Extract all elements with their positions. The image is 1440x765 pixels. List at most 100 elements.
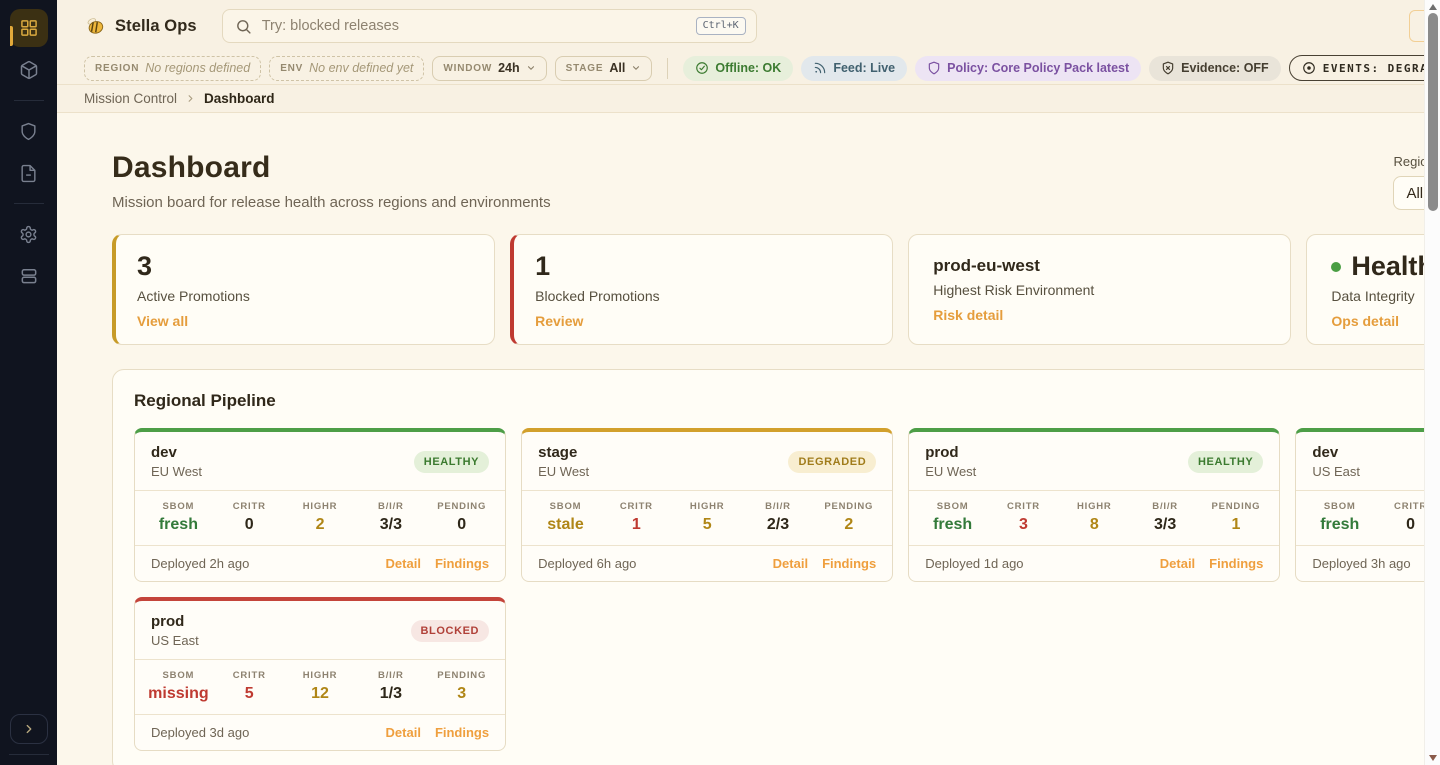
- stat-label: HIGHR: [285, 501, 356, 512]
- sbom-value: fresh: [1304, 516, 1375, 534]
- bir-value: 3/3: [355, 516, 426, 534]
- stat-label: HIGHR: [1059, 501, 1130, 512]
- app-title: Stella Ops: [115, 17, 197, 36]
- stat-label: SBOM: [530, 501, 601, 512]
- pending-value: 2: [813, 516, 884, 534]
- divider: [667, 58, 668, 79]
- sidebar-item-dashboard[interactable]: [10, 9, 48, 47]
- findings-link[interactable]: Findings: [1209, 556, 1263, 571]
- page-title: Dashboard: [112, 151, 551, 185]
- events-status-badge[interactable]: EVENTS: DEGRADED: [1289, 55, 1440, 81]
- env-name: dev: [151, 444, 202, 461]
- window-chip-value: 24h: [498, 61, 520, 75]
- env-stats: SBOMstale CRITR1 HIGHR5 B/I/R2/3 PENDING…: [522, 490, 892, 546]
- page-header: Dashboard Mission board for release heal…: [112, 151, 1440, 211]
- stage-chip-label: STAGE: [566, 63, 604, 74]
- status-badge: HEALTHY: [414, 451, 489, 473]
- deployed-text: Deployed 3h ago: [1312, 556, 1410, 571]
- feed-status-text: Feed: Live: [833, 61, 895, 75]
- policy-status-pill[interactable]: Policy: Core Policy Pack latest: [915, 56, 1141, 81]
- feed-status-pill[interactable]: Feed: Live: [801, 56, 907, 81]
- app-logo[interactable]: Stella Ops: [84, 15, 197, 37]
- sidebar-divider: [14, 203, 44, 204]
- sidebar-item-infrastructure[interactable]: [10, 257, 48, 295]
- sidebar-bottom: [0, 714, 57, 765]
- env-name: prod: [925, 444, 976, 461]
- env-stats: SBOMmissing CRITR5 HIGHR12 B/I/R1/3 PEND…: [135, 659, 505, 715]
- scrollbar-thumb[interactable]: [1428, 13, 1438, 211]
- offline-status-pill[interactable]: Offline: OK: [683, 56, 793, 81]
- env-card-header: dev EU West HEALTHY: [135, 432, 505, 490]
- env-name: dev: [1312, 444, 1360, 461]
- offline-status-text: Offline: OK: [715, 61, 781, 75]
- stat-label: CRITR: [988, 501, 1059, 512]
- search-icon: [235, 18, 252, 35]
- env-region: EU West: [151, 464, 202, 479]
- detail-link[interactable]: Detail: [1160, 556, 1195, 571]
- sidebar-item-security[interactable]: [10, 112, 48, 150]
- evidence-status-pill[interactable]: Evidence: OFF: [1149, 56, 1281, 81]
- shield-icon: [19, 122, 38, 141]
- summary-cards: 3 Active Promotions View all 1 Blocked P…: [112, 234, 1440, 345]
- env-card-prod-eu-west: prod EU West HEALTHY SBOMfresh CRITR3 HI…: [908, 428, 1280, 582]
- sbom-value: fresh: [917, 516, 988, 534]
- stage-context-chip[interactable]: STAGE All: [555, 56, 653, 81]
- chevron-right-icon: [22, 722, 36, 736]
- page-title-block: Dashboard Mission board for release heal…: [112, 151, 551, 211]
- env-card-dev-us-east: dev US East HEALTHY SBOMfresh CRITR0 HIG…: [1295, 428, 1440, 582]
- status-badge: HEALTHY: [1188, 451, 1263, 473]
- env-region: US East: [1312, 464, 1360, 479]
- events-status-text: EVENTS: DEGRADED: [1323, 62, 1440, 75]
- active-promotions-card: 3 Active Promotions View all: [112, 234, 495, 345]
- pending-value: 1: [1201, 516, 1272, 534]
- detail-link[interactable]: Detail: [773, 556, 808, 571]
- review-link[interactable]: Review: [535, 313, 868, 329]
- env-card-footer: Deployed 1d ago DetailFindings: [909, 546, 1279, 581]
- stat-label: B/I/R: [355, 670, 426, 681]
- topbar: Stella Ops Ctrl+K CREATE RELEASE admin: [57, 0, 1440, 52]
- findings-link[interactable]: Findings: [435, 556, 489, 571]
- env-context-chip[interactable]: ENV No env defined yet: [269, 56, 424, 81]
- grid-icon: [19, 18, 39, 38]
- sidebar-item-settings[interactable]: [10, 215, 48, 253]
- env-name: prod: [151, 613, 199, 630]
- sidebar-expand-button[interactable]: [10, 714, 48, 744]
- env-region: US East: [151, 633, 199, 648]
- search-bar[interactable]: Ctrl+K: [222, 9, 757, 43]
- critr-value: 1: [601, 516, 672, 534]
- view-all-link[interactable]: View all: [137, 313, 470, 329]
- window-context-chip[interactable]: WINDOW 24h: [432, 56, 546, 81]
- scroll-up-arrow[interactable]: [1429, 4, 1437, 10]
- app-window: Stella Ops Ctrl+K CREATE RELEASE admin: [0, 0, 1424, 765]
- critr-value: 0: [214, 516, 285, 534]
- page-scrollbar[interactable]: [1424, 0, 1440, 765]
- region-context-chip[interactable]: REGION No regions defined: [84, 56, 261, 81]
- scroll-down-arrow[interactable]: [1429, 755, 1437, 761]
- breadcrumb: Mission Control Dashboard: [57, 85, 1440, 113]
- risk-detail-link[interactable]: Risk detail: [933, 307, 1266, 323]
- stat-label: HIGHR: [285, 670, 356, 681]
- chevron-right-icon: [185, 93, 196, 104]
- breadcrumb-parent[interactable]: Mission Control: [84, 91, 177, 106]
- region-chip-value: No regions defined: [145, 61, 250, 75]
- env-chip-value: No env defined yet: [309, 61, 413, 75]
- findings-link[interactable]: Findings: [822, 556, 876, 571]
- shield-x-icon: [1161, 61, 1175, 75]
- env-stats: SBOMfresh CRITR0 HIGHR2 B/I/R3/3 PENDING…: [135, 490, 505, 546]
- evidence-status-text: Evidence: OFF: [1181, 61, 1269, 75]
- detail-link[interactable]: Detail: [386, 725, 421, 740]
- env-region: EU West: [538, 464, 589, 479]
- sidebar-item-documents[interactable]: [10, 154, 48, 192]
- sidebar-item-releases[interactable]: [10, 51, 48, 89]
- detail-link[interactable]: Detail: [386, 556, 421, 571]
- deployed-text: Deployed 6h ago: [538, 556, 636, 571]
- bir-value: 1/3: [355, 685, 426, 703]
- stat-label: PENDING: [1201, 501, 1272, 512]
- stat-label: PENDING: [813, 501, 884, 512]
- findings-link[interactable]: Findings: [435, 725, 489, 740]
- search-input[interactable]: [262, 18, 686, 34]
- env-card-header: prod US East BLOCKED: [135, 601, 505, 659]
- status-badge: DEGRADED: [788, 451, 876, 473]
- sbom-value: fresh: [143, 516, 214, 534]
- panel-header: Regional Pipeline All environments: [134, 391, 1440, 411]
